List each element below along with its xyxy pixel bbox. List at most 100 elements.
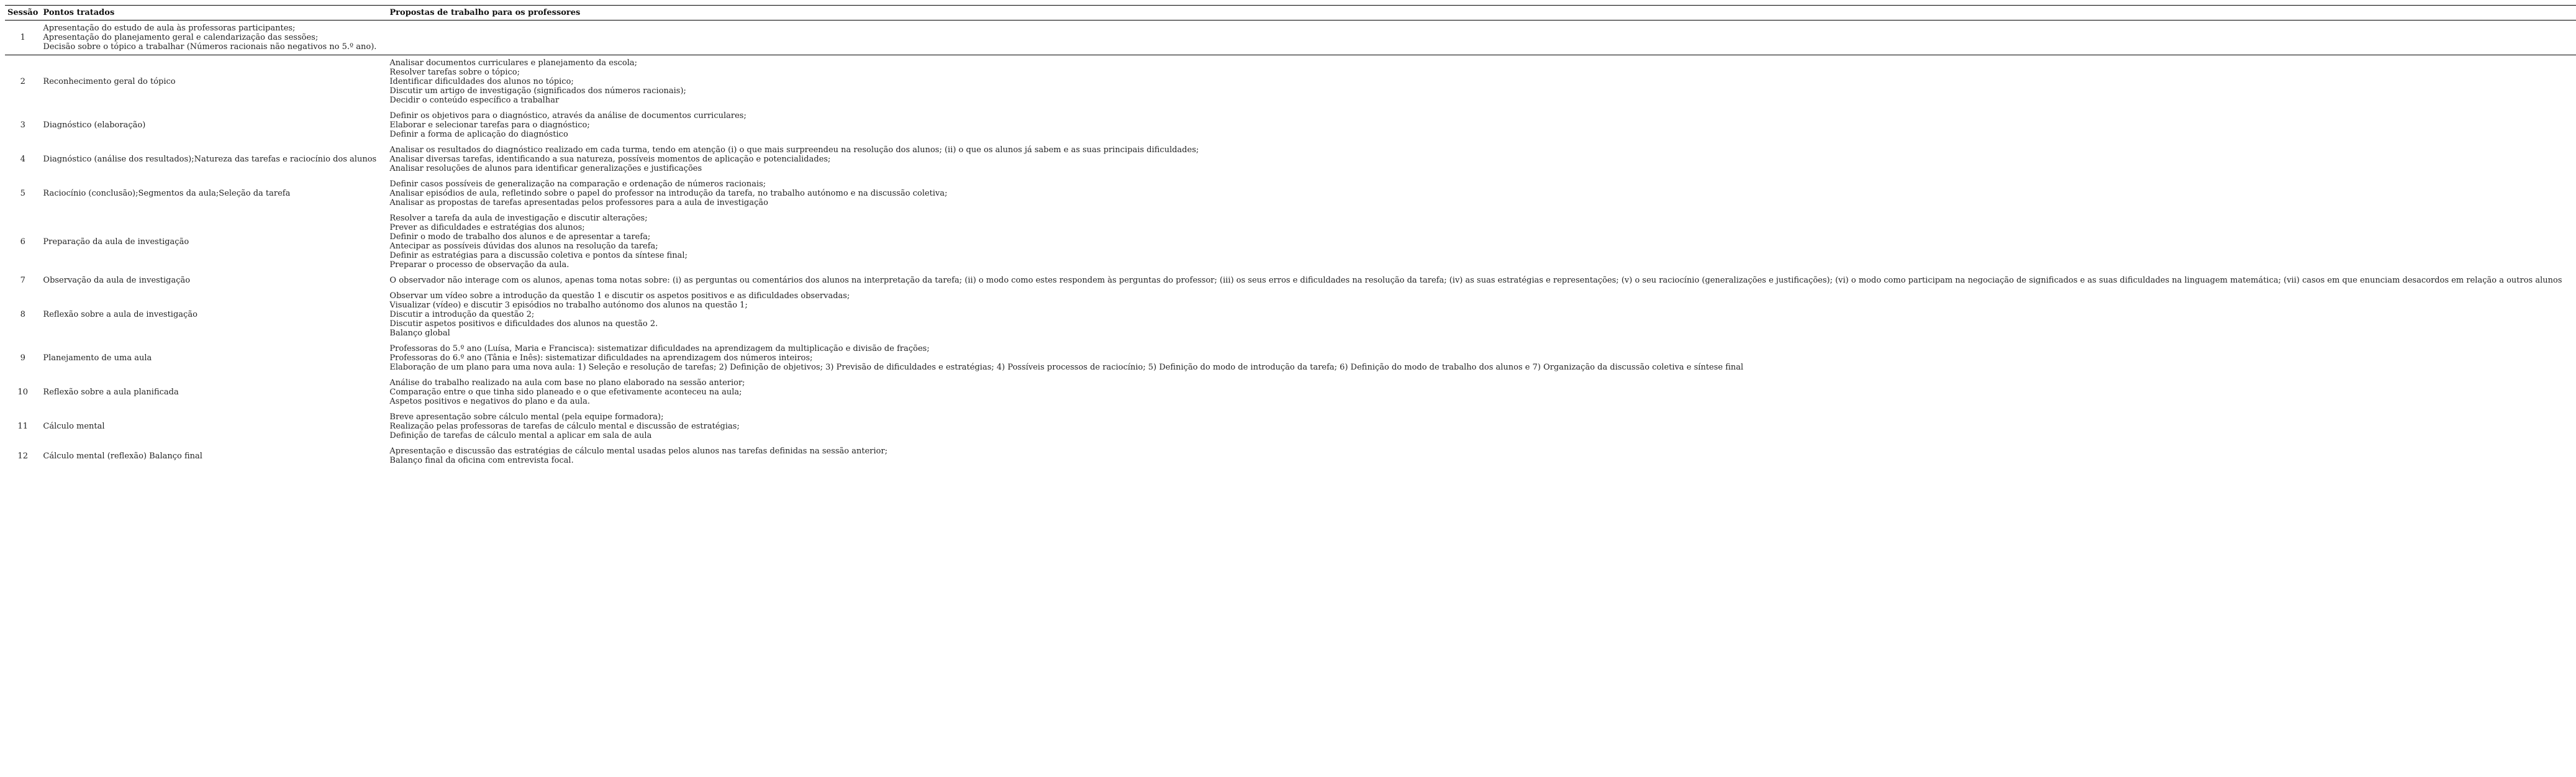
proposal-line: Elaboração de um plano para uma nova aul… bbox=[389, 363, 1744, 372]
points-cell: Cálculo mental (reflexão) Balanço final bbox=[40, 443, 387, 468]
proposal-line: Observar um vídeo sobre a introdução da … bbox=[389, 291, 850, 301]
table-body: 1 Apresentação do estudo de aula às profe… bbox=[5, 20, 2576, 469]
header-row: Sessão Pontos tratados Propostas de trab… bbox=[5, 5, 2576, 20]
points-cell: Reflexão sobre a aula de investigação bbox=[40, 288, 387, 341]
proposal-line: Professoras do 6.º ano (Tânia e Inês): s… bbox=[389, 353, 813, 363]
proposal-line: Visualizar (vídeo) e discutir 3 episódio… bbox=[389, 301, 748, 310]
table-row: 6 Preparação da aula de investigação Resol… bbox=[5, 211, 2576, 273]
session-number: 1 bbox=[5, 20, 41, 55]
proposal-line: Definir as estratégias para a discussão … bbox=[389, 251, 687, 260]
points-cell: Raciocínio (conclusão);Segmentos da aula… bbox=[40, 176, 387, 211]
points-line: Observação da aula de investigação bbox=[43, 276, 191, 285]
table-header: Sessão Pontos tratados Propostas de trab… bbox=[5, 5, 2576, 20]
header-session: Sessão bbox=[5, 5, 41, 20]
proposals-cell: Apresentação e discussão das estratégias… bbox=[387, 443, 2576, 468]
table-row: 9 Planejamento de uma aula Professoras do … bbox=[5, 341, 2576, 375]
points-line: Apresentação do planejamento geral e cal… bbox=[43, 33, 319, 42]
points-line: Planejamento de uma aula bbox=[43, 353, 152, 363]
table-row: 4 Diagnóstico (análise dos resultados);Na… bbox=[5, 142, 2576, 176]
proposals-cell: O observador não interage com os alunos,… bbox=[387, 273, 2576, 288]
table-row: 12 Cálculo mental (reflexão) Balanço fina… bbox=[5, 443, 2576, 468]
session-number: 7 bbox=[20, 276, 25, 285]
session-number: 4 bbox=[20, 155, 25, 164]
proposal-line: Definir os objetivos para o diagnóstico,… bbox=[389, 111, 746, 120]
points-line: Cálculo mental bbox=[43, 422, 105, 431]
proposal-line: Analisar documentos curriculares e plane… bbox=[389, 58, 638, 68]
proposal-line: Prever as dificuldades e estratégias dos… bbox=[389, 223, 585, 232]
points-cell: Planejamento de uma aula bbox=[40, 341, 387, 375]
points-cell: Reconhecimento geral do tópico bbox=[40, 55, 387, 109]
table-row: 2 Reconhecimento geral do tópico Analisar … bbox=[5, 55, 2576, 109]
table-row: 7 Observação da aula de investigação O obs… bbox=[5, 273, 2576, 288]
points-cell: Preparação da aula de investigação bbox=[40, 211, 387, 273]
points-cell: Observação da aula de investigação bbox=[40, 273, 387, 288]
sessions-table: Sessão Pontos tratados Propostas de trab… bbox=[5, 5, 2576, 468]
proposal-line: Breve apresentação sobre cálculo mental … bbox=[389, 412, 664, 422]
points-line: Reflexão sobre a aula de investigação bbox=[43, 310, 197, 319]
session-number: 8 bbox=[20, 310, 25, 319]
points-line: Cálculo mental (reflexão) Balanço final bbox=[43, 451, 202, 461]
proposals-cell: Análise do trabalho realizado na aula co… bbox=[387, 375, 2576, 409]
table-row: 8 Reflexão sobre a aula de investigação Ob… bbox=[5, 288, 2576, 341]
proposals-cell: Professoras do 5.º ano (Luísa, Maria e F… bbox=[387, 341, 2576, 375]
table-row: 11 Cálculo mental Breve apresentação sobre… bbox=[5, 409, 2576, 443]
points-cell: Cálculo mental bbox=[40, 409, 387, 443]
session-number: 6 bbox=[20, 237, 25, 247]
proposal-line: O observador não interage com os alunos,… bbox=[389, 276, 2562, 285]
session-number: 5 bbox=[20, 189, 25, 198]
proposal-line: Definição de tarefas de cálculo mental a… bbox=[389, 431, 652, 440]
proposals-cell: Resolver a tarefa da aula de investigaçã… bbox=[387, 211, 2576, 273]
proposals-cell: Observar um vídeo sobre a introdução da … bbox=[387, 288, 2576, 341]
proposal-line: Preparar o processo de observação da aul… bbox=[389, 260, 569, 270]
points-line: Preparação da aula de investigação bbox=[43, 237, 189, 247]
points-line: Reconhecimento geral do tópico bbox=[43, 77, 176, 86]
proposal-line: Resolver a tarefa da aula de investigaçã… bbox=[389, 214, 648, 223]
proposal-line: Aspetos positivos e negativos do plano e… bbox=[389, 397, 591, 406]
points-line: Decisão sobre o tópico a trabalhar (Núme… bbox=[43, 42, 377, 52]
session-number: 11 bbox=[17, 422, 28, 431]
points-line: Apresentação do estudo de aula às profes… bbox=[43, 24, 296, 33]
session-number: 9 bbox=[20, 353, 25, 363]
proposal-line: Decidir o conteúdo específico a trabalha… bbox=[389, 96, 560, 105]
proposal-line: Discutir um artigo de investigação (sign… bbox=[389, 86, 686, 96]
proposal-line: Balanço global bbox=[389, 329, 450, 338]
header-proposals: Propostas de trabalho para os professore… bbox=[387, 5, 2576, 20]
session-number: 12 bbox=[17, 451, 28, 461]
session-number: 10 bbox=[17, 388, 28, 397]
proposal-line: Analisar resoluções de alunos para ident… bbox=[389, 164, 702, 173]
proposals-cell: Definir casos possíveis de generalização… bbox=[387, 176, 2576, 211]
table-row: 5 Raciocínio (conclusão);Segmentos da aul… bbox=[5, 176, 2576, 211]
points-cell: Reflexão sobre a aula planificada bbox=[40, 375, 387, 409]
proposal-line: Discutir a introdução da questão 2; bbox=[389, 310, 535, 319]
proposal-line: Realização pelas professoras de tarefas … bbox=[389, 422, 740, 431]
points-line: Raciocínio (conclusão);Segmentos da aula… bbox=[43, 189, 291, 198]
proposal-line: Balanço final da oficina com entrevista … bbox=[389, 456, 574, 465]
header-points: Pontos tratados bbox=[40, 5, 388, 20]
proposal-line: Professoras do 5.º ano (Luísa, Maria e F… bbox=[389, 344, 930, 353]
session-number: 2 bbox=[20, 77, 25, 86]
proposals-cell: Analisar os resultados do diagnóstico re… bbox=[387, 142, 2576, 176]
table-row: 10 Reflexão sobre a aula planificada Análi… bbox=[5, 375, 2576, 409]
proposal-line: Definir o modo de trabalho dos alunos e … bbox=[389, 232, 651, 242]
proposal-line: Apresentação e discussão das estratégias… bbox=[389, 447, 888, 456]
proposal-line: Analisar os resultados do diagnóstico re… bbox=[389, 145, 1199, 155]
proposals-cell bbox=[387, 20, 2576, 55]
proposal-line: Analisar episódios de aula, refletindo s… bbox=[389, 189, 948, 198]
points-cell: Diagnóstico (elaboração) bbox=[40, 108, 387, 142]
proposal-line: Analisar as propostas de tarefas apresen… bbox=[389, 198, 768, 207]
points-cell: Apresentação do estudo de aula às profes… bbox=[40, 20, 388, 55]
proposal-line: Analisar diversas tarefas, identificando… bbox=[389, 155, 831, 164]
table-row: 1 Apresentação do estudo de aula às profe… bbox=[5, 20, 2576, 55]
proposal-line: Elaborar e selecionar tarefas para o dia… bbox=[389, 120, 590, 130]
proposal-line: Comparação entre o que tinha sido planea… bbox=[389, 388, 742, 397]
table-row: 3 Diagnóstico (elaboração) Definir os obje… bbox=[5, 108, 2576, 142]
proposals-cell: Breve apresentação sobre cálculo mental … bbox=[387, 409, 2576, 443]
points-cell: Diagnóstico (análise dos resultados);Nat… bbox=[40, 142, 387, 176]
points-line: Diagnóstico (elaboração) bbox=[43, 120, 146, 130]
proposal-line: Análise do trabalho realizado na aula co… bbox=[389, 378, 745, 388]
proposal-line: Discutir aspetos positivos e dificuldade… bbox=[389, 319, 658, 329]
proposal-line: Identificar dificuldades dos alunos no t… bbox=[389, 77, 574, 86]
proposal-line: Resolver tarefas sobre o tópico; bbox=[389, 68, 520, 77]
proposal-line: Definir casos possíveis de generalização… bbox=[389, 179, 766, 189]
proposal-line: Definir a forma de aplicação do diagnóst… bbox=[389, 130, 568, 139]
